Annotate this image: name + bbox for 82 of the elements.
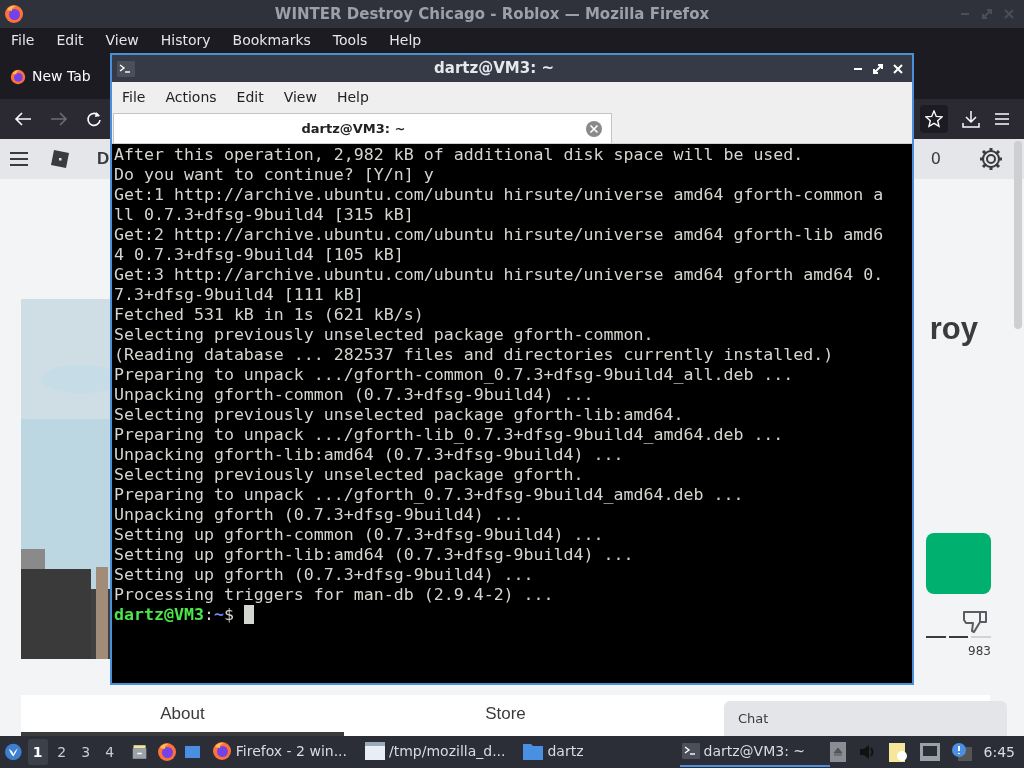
terminal-line: Fetched 531 kB in 1s (621 kB/s) [114, 305, 425, 325]
terminal-line: 7.3+dfsg-9build4 [111 kB] [114, 285, 365, 305]
menu-item[interactable]: Edit [56, 30, 84, 52]
terminal-line: Selecting previously unselected package gforth-lib:amd64. [114, 405, 685, 425]
terminal-line: Do you want to continue? [Y/n] y [114, 165, 435, 185]
thumbs-down-icon[interactable] [962, 608, 988, 635]
clock: 6:45 [983, 742, 1015, 762]
taskbar-task[interactable]: Firefox - 2 win... [209, 737, 349, 768]
terminal-line: Unpacking gforth-common (0.7.3+dfsg-9build4) ... [114, 385, 595, 405]
firefox-icon [4, 3, 24, 24]
prompt-symbol: $ [223, 605, 234, 625]
terminal-line: 4 0.7.3+dfsg-9build4 [105 kB] [114, 245, 405, 265]
terminal-line: Get:2 http://archive.ubuntu.com/ubuntu hirsute/universe amd64 gforth-lib amd6 [114, 225, 885, 245]
show-desktop-icon[interactable] [184, 744, 200, 761]
menu-item[interactable]: View [283, 86, 317, 108]
scrollbar-thumb[interactable] [1014, 141, 1022, 330]
terminal-line: After this operation, 2,982 kB of additional disk space will be used. [114, 145, 805, 165]
back-icon[interactable] [14, 111, 32, 128]
menu-item[interactable]: Tools [332, 30, 368, 52]
folder-icon [523, 742, 544, 761]
menu-icon[interactable] [9, 151, 29, 168]
taskbar-task[interactable]: dartz@VM3: ~ [679, 737, 830, 768]
page-tab[interactable]: Store [344, 695, 667, 737]
menu-item[interactable]: History [160, 30, 211, 52]
chat-panel[interactable]: Chat [724, 701, 1007, 737]
play-button[interactable] [926, 533, 991, 595]
star-icon [925, 110, 943, 129]
menu-item[interactable]: Edit [236, 86, 264, 108]
menu-item[interactable]: Actions [165, 86, 217, 108]
terminal-line: Unpacking gforth-lib:amd64 (0.7.3+dfsg-9build4) ... [114, 445, 625, 465]
workspace-button[interactable]: 1 [27, 739, 48, 766]
menu-item[interactable]: File [122, 86, 146, 108]
firefox-icon [156, 742, 177, 763]
menu-item[interactable]: View [105, 30, 139, 52]
terminal-line: Processing triggers for man-db (2.9.4-2) ... [114, 585, 555, 605]
menu-item[interactable]: Bookmarks [232, 30, 311, 52]
workspace-button[interactable]: 4 [99, 739, 120, 766]
nav-link[interactable]: D [97, 146, 110, 172]
firefox-icon [10, 68, 26, 85]
workspace-button[interactable]: 2 [51, 739, 72, 766]
terminal-line: Setting up gforth-lib:amd64 (0.7.3+dfsg-9build4) ... [114, 545, 635, 565]
prompt-path: ~ [213, 605, 224, 625]
terminal-line: Unpacking gforth (0.7.3+dfsg-9build4) ... [114, 505, 525, 525]
taskbar-task[interactable]: dartz [521, 737, 586, 768]
taskbar-task[interactable]: /tmp/mozilla_d... [363, 737, 508, 768]
menu-item[interactable]: File [11, 30, 35, 52]
terminal-icon [117, 59, 135, 78]
window-title: dartz@VM3: ~ [433, 58, 555, 80]
terminal-line: Get:1 http://archive.ubuntu.com/ubuntu hirsute/universe amd64 gforth-common a [114, 185, 885, 205]
terminal-line: (Reading database ... 282537 files and directories currently installed.) [114, 345, 835, 365]
terminal-line: Preparing to unpack .../gforth_0.7.3+dfsg-9build4_amd64.deb ... [114, 485, 745, 505]
terminal-line: ll 0.7.3+dfsg-9build4 [315 kB] [114, 205, 415, 225]
reload-icon[interactable] [86, 111, 102, 128]
network-icon[interactable] [919, 743, 940, 762]
window-icon [365, 742, 385, 761]
clipboard-icon[interactable] [887, 741, 908, 764]
settings-icon[interactable] [979, 147, 1003, 172]
prompt-separator: : [203, 605, 214, 625]
cursor [243, 605, 254, 624]
terminal-line: Preparing to unpack .../gforth-lib_0.7.3+dfsg-9build4_amd64.deb ... [114, 425, 785, 445]
firefox-icon [211, 741, 232, 762]
terminal-icon [681, 742, 700, 761]
terminal-line: Preparing to unpack .../gforth-common_0.7.3+dfsg-9build4_all.deb ... [114, 365, 795, 385]
robux-count[interactable]: 0 [930, 147, 941, 172]
download-icon[interactable] [962, 110, 980, 129]
logo-icon[interactable] [50, 149, 70, 170]
terminal-tab[interactable]: dartz@VM3: ~ [113, 113, 612, 143]
workspace-button[interactable]: 3 [75, 739, 96, 766]
game-title: roy [929, 311, 979, 348]
terminal-line: Selecting previously unselected package gforth. [114, 465, 585, 485]
terminal-line: Setting up gforth-common (0.7.3+dfsg-9build4) ... [114, 525, 605, 545]
terminal-line: Selecting previously unselected package gforth-common. [114, 325, 655, 345]
prompt-user: dartz@VM3 [114, 605, 204, 625]
terminal-line: Get:3 http://archive.ubuntu.com/ubuntu hirsute/universe amd64 gforth amd64 0. [114, 265, 885, 285]
bookmark-button[interactable] [920, 105, 948, 134]
menu-item[interactable]: Help [389, 30, 422, 52]
window-title: WINTER Destroy Chicago - Roblox — Mozilla Firefox [273, 3, 711, 25]
dislike-count: 983 [968, 643, 991, 661]
notification-icon[interactable] [951, 743, 972, 762]
terminal-line: Setting up gforth (0.7.3+dfsg-9build4) ... [114, 565, 535, 585]
menu-item[interactable]: Help [336, 86, 369, 108]
eject-icon[interactable] [829, 742, 846, 763]
